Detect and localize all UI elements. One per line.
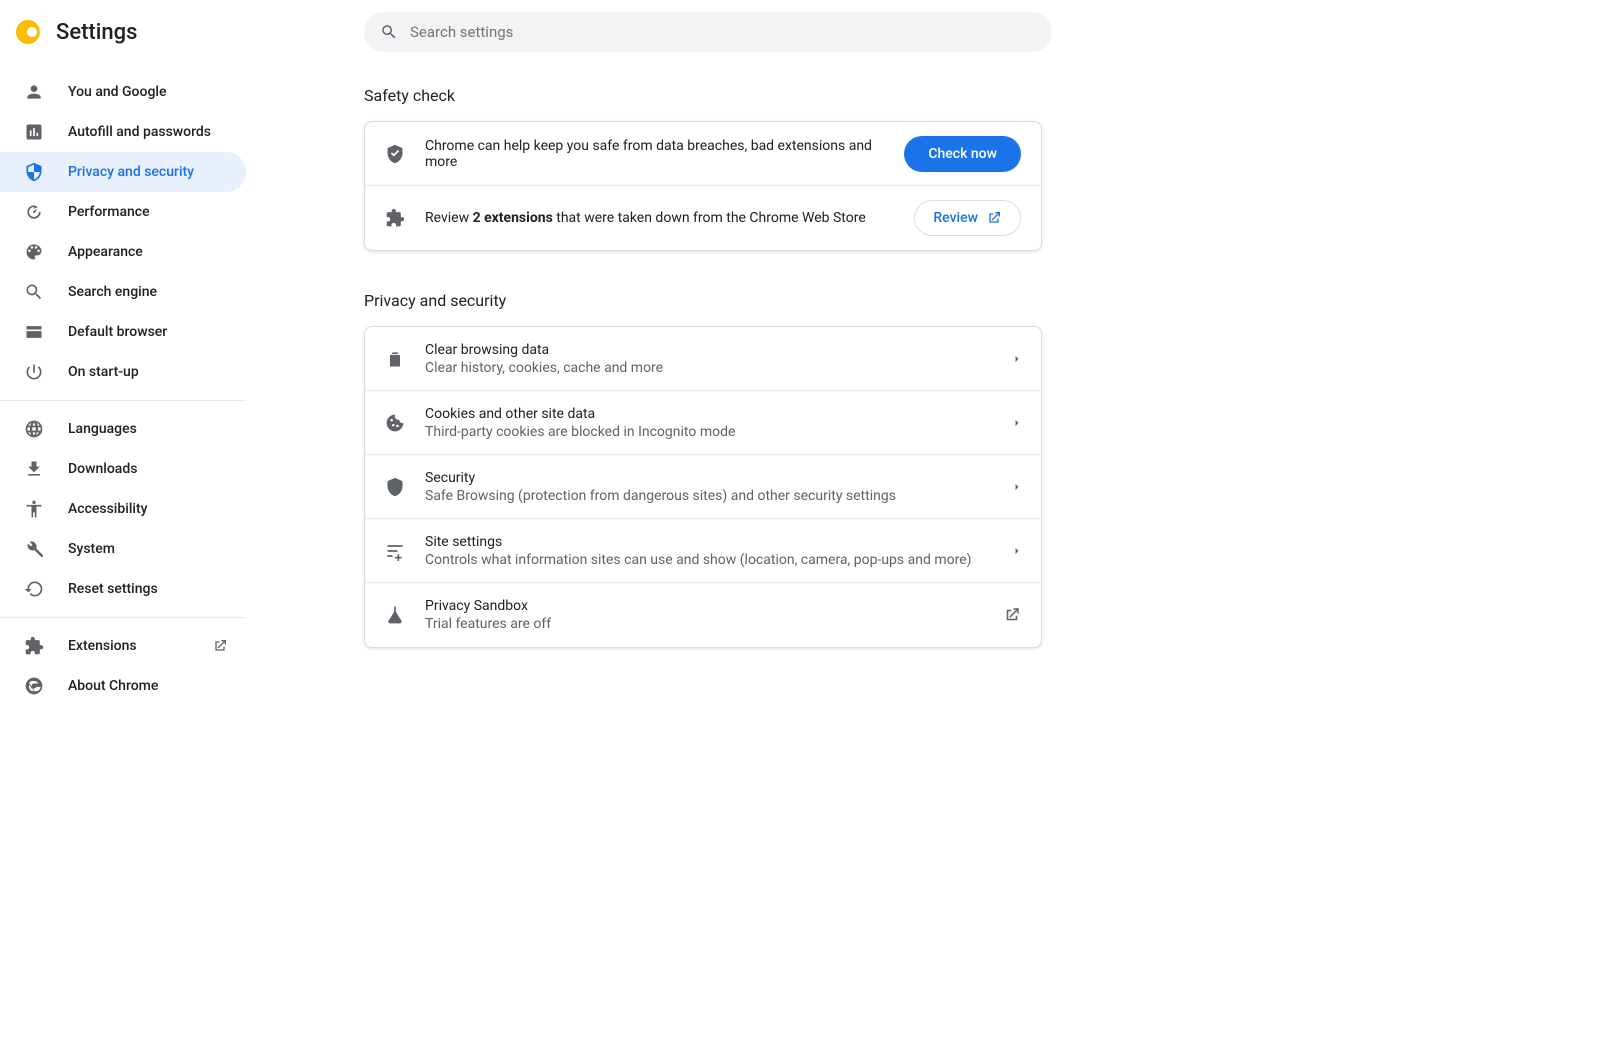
sidebar-item-autofill-and-passwords[interactable]: Autofill and passwords — [0, 112, 246, 152]
power-icon — [24, 362, 44, 382]
search-icon — [380, 23, 398, 41]
row-title: Site settings — [425, 534, 1013, 550]
privacy-row-site-settings[interactable]: Site settings Controls what information s… — [365, 519, 1041, 583]
extension-icon — [385, 208, 405, 228]
sidebar-item-label: Downloads — [68, 461, 137, 477]
chevron-right-icon — [1013, 547, 1021, 555]
autofill-icon — [24, 122, 44, 142]
wrench-icon — [24, 539, 44, 559]
chevron-right-icon — [1013, 483, 1021, 491]
tune-icon — [385, 541, 405, 561]
sidebar-item-performance[interactable]: Performance — [0, 192, 246, 232]
sidebar-item-system[interactable]: System — [0, 529, 246, 569]
sidebar-item-about-chrome[interactable]: About Chrome — [0, 666, 246, 706]
header: Settings — [0, 0, 1600, 64]
sidebar-item-downloads[interactable]: Downloads — [0, 449, 246, 489]
row-subtitle: Controls what information sites can use … — [425, 552, 1013, 568]
sidebar-item-label: About Chrome — [68, 678, 158, 694]
person-icon — [24, 82, 44, 102]
sidebar-item-extensions[interactable]: Extensions — [0, 626, 246, 666]
flask-icon — [385, 605, 405, 625]
sidebar-item-label: On start-up — [68, 364, 139, 380]
chevron-right-icon — [1013, 419, 1021, 427]
safety-row-text: Chrome can help keep you safe from data … — [425, 138, 904, 170]
safety-row-extensions: Review 2 extensions that were taken down… — [365, 186, 1041, 250]
shield-check-icon — [385, 144, 405, 164]
perf-icon — [24, 202, 44, 222]
sidebar-item-you-and-google[interactable]: You and Google — [0, 72, 246, 112]
sidebar-item-search-engine[interactable]: Search engine — [0, 272, 246, 312]
sidebar-item-label: Extensions — [68, 638, 137, 654]
sidebar-divider — [0, 400, 246, 401]
globe-icon — [24, 419, 44, 439]
row-subtitle: Trial features are off — [425, 616, 1003, 632]
sidebar-item-label: Default browser — [68, 324, 167, 340]
sidebar-item-appearance[interactable]: Appearance — [0, 232, 246, 272]
row-title: Clear browsing data — [425, 342, 1013, 358]
sidebar-item-label: You and Google — [68, 84, 166, 100]
browser-icon — [24, 322, 44, 342]
sidebar-item-reset-settings[interactable]: Reset settings — [0, 569, 246, 609]
sidebar-item-label: Autofill and passwords — [68, 124, 211, 140]
sidebar-item-languages[interactable]: Languages — [0, 409, 246, 449]
row-subtitle: Third-party cookies are blocked in Incog… — [425, 424, 1013, 440]
sidebar-item-label: Accessibility — [68, 501, 147, 517]
open-external-icon — [1003, 606, 1021, 624]
download-icon — [24, 459, 44, 479]
privacy-card: Clear browsing data Clear history, cookie… — [364, 326, 1042, 648]
sidebar-item-on-start-up[interactable]: On start-up — [0, 352, 246, 392]
shield-icon — [24, 162, 44, 182]
privacy-row-security[interactable]: Security Safe Browsing (protection from d… — [365, 455, 1041, 519]
safety-row-general: Chrome can help keep you safe from data … — [365, 122, 1041, 186]
extensions-review-text: Review 2 extensions that were taken down… — [425, 210, 914, 226]
content: Safety check Chrome can help keep you sa… — [364, 64, 1042, 706]
sidebar-item-privacy-and-security[interactable]: Privacy and security — [0, 152, 246, 192]
sidebar-item-label: Search engine — [68, 284, 157, 300]
a11y-icon — [24, 499, 44, 519]
ext-icon — [24, 636, 44, 656]
reset-icon — [24, 579, 44, 599]
row-subtitle: Safe Browsing (protection from dangerous… — [425, 488, 1013, 504]
chrome-icon — [24, 676, 44, 696]
privacy-row-cookies-and-other-site-data[interactable]: Cookies and other site data Third-party c… — [365, 391, 1041, 455]
row-title: Privacy Sandbox — [425, 598, 1003, 614]
palette-icon — [24, 242, 44, 262]
row-title: Security — [425, 470, 1013, 486]
search-icon — [24, 282, 44, 302]
chevron-right-icon — [1013, 355, 1021, 363]
trash-icon — [385, 349, 405, 369]
check-now-button[interactable]: Check now — [904, 136, 1021, 172]
open-external-icon — [212, 638, 228, 654]
sidebar-item-label: Languages — [68, 421, 137, 437]
privacy-row-privacy-sandbox[interactable]: Privacy Sandbox Trial features are off — [365, 583, 1041, 647]
shield2-icon — [385, 477, 405, 497]
sidebar-item-label: Appearance — [68, 244, 143, 260]
sidebar: You and Google Autofill and passwords Priv… — [0, 64, 246, 706]
sidebar-item-label: Reset settings — [68, 581, 158, 597]
search-box[interactable] — [364, 12, 1052, 52]
review-button[interactable]: Review — [914, 200, 1021, 236]
app-title: Settings — [56, 20, 137, 45]
privacy-row-clear-browsing-data[interactable]: Clear browsing data Clear history, cookie… — [365, 327, 1041, 391]
sidebar-item-label: System — [68, 541, 115, 557]
sidebar-item-accessibility[interactable]: Accessibility — [0, 489, 246, 529]
sidebar-item-default-browser[interactable]: Default browser — [0, 312, 246, 352]
sidebar-item-label: Performance — [68, 204, 150, 220]
section-title-privacy: Privacy and security — [364, 291, 1042, 310]
safety-check-card: Chrome can help keep you safe from data … — [364, 121, 1042, 251]
search-input[interactable] — [410, 23, 1036, 41]
row-subtitle: Clear history, cookies, cache and more — [425, 360, 1013, 376]
chrome-logo-icon — [16, 20, 40, 44]
sidebar-item-label: Privacy and security — [68, 164, 194, 180]
cookie-icon — [385, 413, 405, 433]
open-external-icon — [986, 210, 1002, 226]
section-title-safety: Safety check — [364, 86, 1042, 105]
row-title: Cookies and other site data — [425, 406, 1013, 422]
sidebar-divider — [0, 617, 246, 618]
